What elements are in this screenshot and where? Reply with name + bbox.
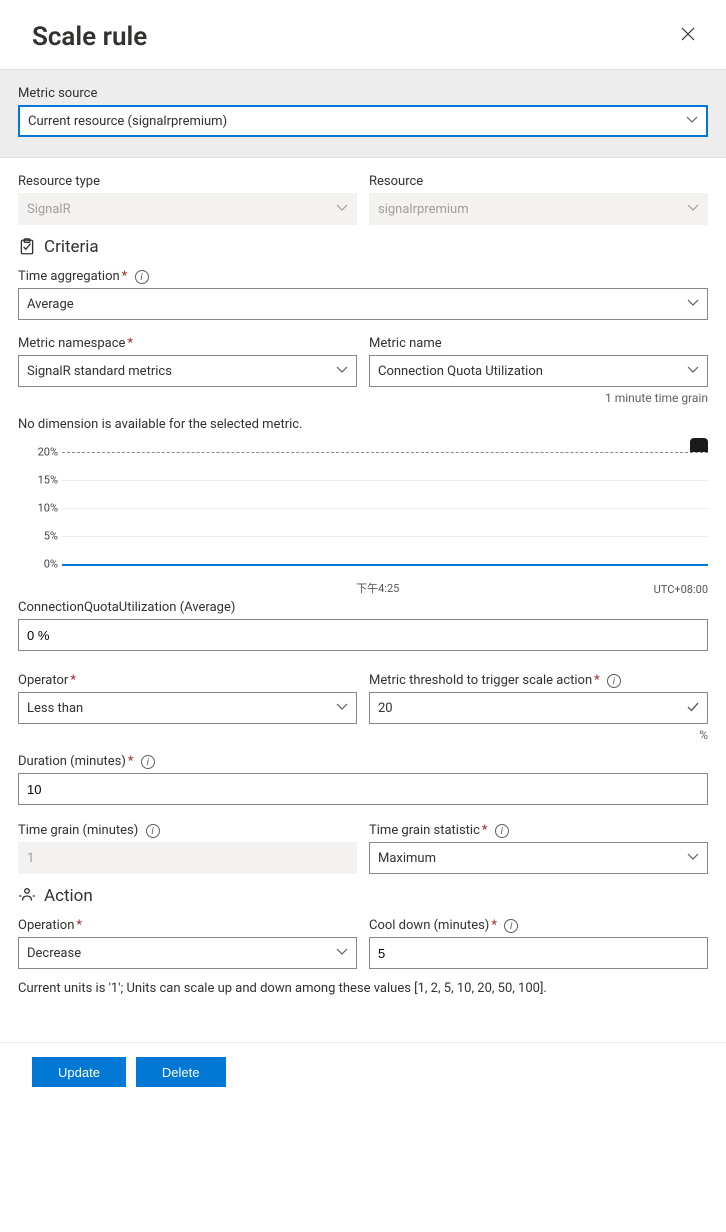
chevron-down-icon: [336, 202, 348, 217]
resource-value: signalrpremium: [378, 202, 469, 217]
panel-title: Scale rule: [32, 22, 147, 52]
time-grain-stat-value: Maximum: [378, 851, 436, 866]
threshold-unit: %: [369, 728, 708, 742]
clipboard-icon: [18, 238, 36, 256]
current-value-field[interactable]: [18, 619, 708, 651]
threshold-value: 20: [378, 701, 393, 716]
metric-chart: 20% 15% 10% 5% 0% 下午4:25 UTC+08:00: [18, 446, 708, 596]
chevron-down-icon: [687, 851, 699, 866]
cooldown-label: Cool down (minutes)* i: [369, 918, 708, 933]
chevron-down-icon: [687, 364, 699, 379]
time-grain-label: Time grain (minutes) i: [18, 823, 357, 838]
operator-select[interactable]: Less than: [18, 692, 357, 724]
update-button[interactable]: Update: [32, 1057, 126, 1087]
action-icon: [18, 887, 36, 905]
chevron-down-icon: [336, 946, 348, 961]
chart-series-line: [62, 564, 708, 566]
metric-name-select[interactable]: Connection Quota Utilization: [369, 355, 708, 387]
chevron-down-icon: [687, 202, 699, 217]
metric-source-select[interactable]: Current resource (signalrpremium): [18, 105, 708, 137]
threshold-line: [62, 452, 708, 453]
threshold-input[interactable]: 20: [369, 692, 708, 724]
info-icon[interactable]: i: [495, 824, 509, 838]
criteria-heading: Criteria: [18, 237, 708, 257]
close-icon[interactable]: [674, 20, 702, 53]
cooldown-input[interactable]: [369, 937, 708, 969]
time-aggregation-value: Average: [27, 297, 74, 312]
resource-type-label: Resource type: [18, 174, 357, 189]
resource-label: Resource: [369, 174, 708, 189]
no-dimension-text: No dimension is available for the select…: [18, 417, 708, 432]
metric-source-label: Metric source: [18, 86, 708, 101]
info-icon[interactable]: i: [135, 270, 149, 284]
info-icon[interactable]: i: [607, 674, 621, 688]
action-heading: Action: [18, 886, 708, 906]
metric-source-value: Current resource (signalrpremium): [28, 114, 227, 129]
time-aggregation-select[interactable]: Average: [18, 288, 708, 320]
threshold-label: Metric threshold to trigger scale action…: [369, 673, 708, 688]
metric-name-label: Metric name: [369, 336, 708, 351]
operation-label: Operation*: [18, 918, 357, 933]
chart-x-center: 下午4:25: [356, 580, 399, 596]
chart-timezone: UTC+08:00: [654, 583, 708, 596]
resource-type-value: SignalR: [27, 202, 71, 217]
time-aggregation-label: Time aggregation* i: [18, 269, 708, 284]
metric-name-value: Connection Quota Utilization: [378, 364, 543, 379]
chevron-down-icon: [687, 297, 699, 312]
time-grain-stat-label: Time grain statistic* i: [369, 823, 708, 838]
info-icon[interactable]: i: [141, 755, 155, 769]
time-grain-input: 1: [18, 842, 357, 874]
operation-select[interactable]: Decrease: [18, 937, 357, 969]
info-icon[interactable]: i: [504, 919, 518, 933]
chevron-down-icon: [336, 701, 348, 716]
metric-namespace-value: SignalR standard metrics: [27, 364, 172, 379]
operator-label: Operator*: [18, 673, 357, 688]
operator-value: Less than: [27, 701, 83, 716]
time-grain-stat-select[interactable]: Maximum: [369, 842, 708, 874]
chevron-down-icon: [336, 364, 348, 379]
metric-namespace-select[interactable]: SignalR standard metrics: [18, 355, 357, 387]
checkmark-icon: [687, 701, 699, 716]
operation-value: Decrease: [27, 946, 81, 961]
units-note: Current units is '1'; Units can scale up…: [18, 981, 708, 996]
resource-select: signalrpremium: [369, 193, 708, 225]
info-icon[interactable]: i: [146, 824, 160, 838]
time-grain-hint: 1 minute time grain: [369, 391, 708, 405]
duration-input[interactable]: [18, 773, 708, 805]
metric-namespace-label: Metric namespace*: [18, 336, 357, 351]
time-grain-value: 1: [27, 851, 34, 866]
chevron-down-icon: [686, 114, 698, 129]
resource-type-select: SignalR: [18, 193, 357, 225]
current-value-label: ConnectionQuotaUtilization (Average): [18, 600, 708, 615]
duration-label: Duration (minutes)* i: [18, 754, 708, 769]
delete-button[interactable]: Delete: [136, 1057, 226, 1087]
chart-datapoint: [690, 438, 708, 452]
